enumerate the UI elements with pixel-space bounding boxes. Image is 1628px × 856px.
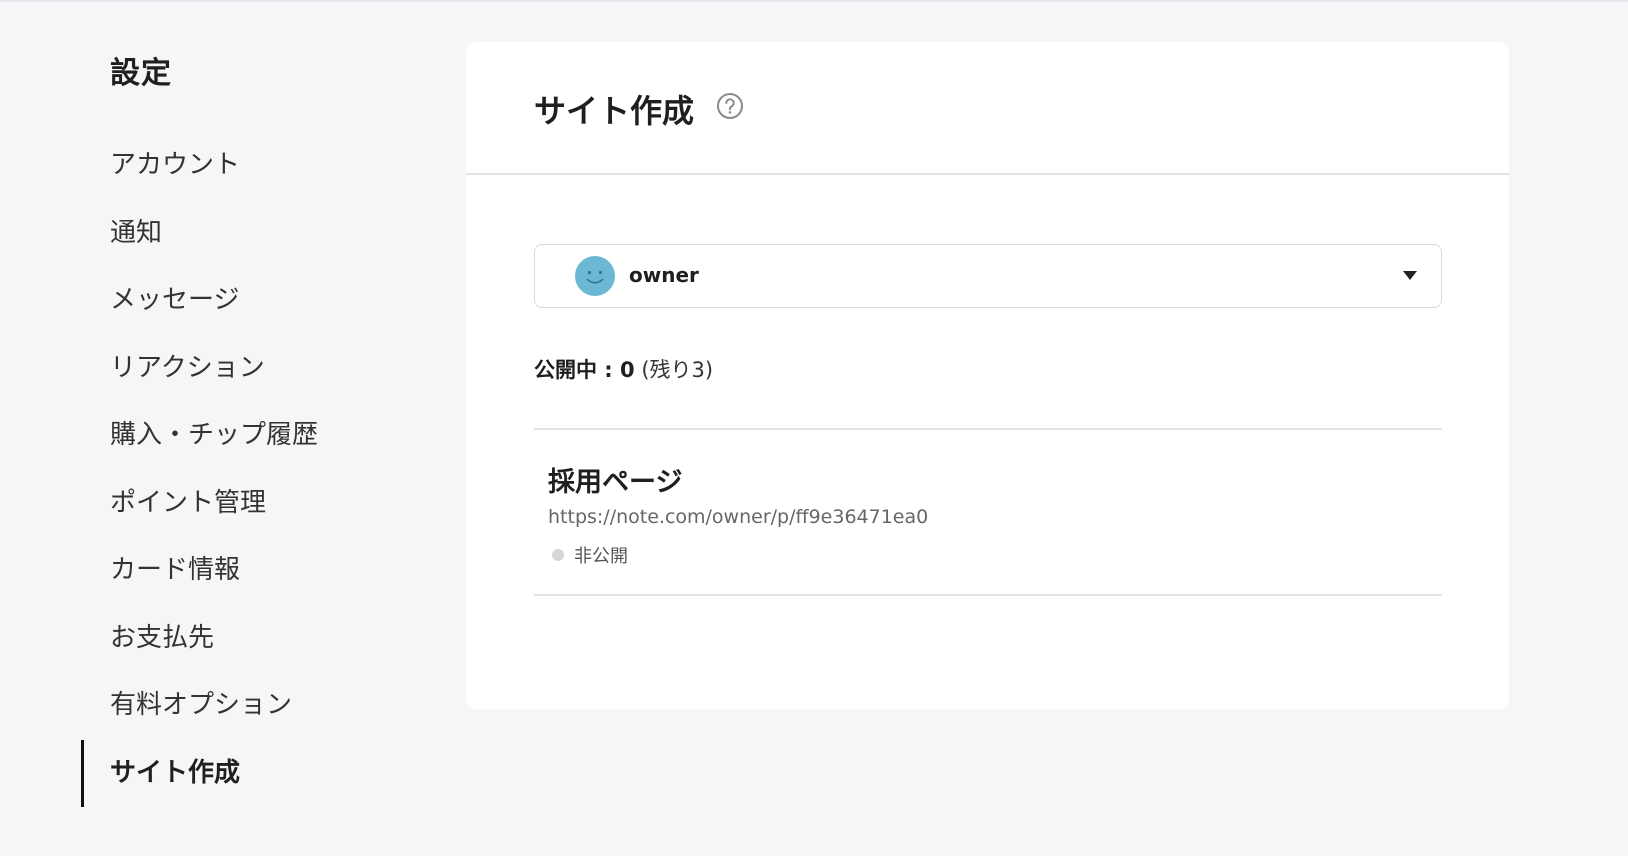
sidebar-title: 設定 [110,56,172,91]
site-name: 採用ページ [548,467,683,498]
sidebar-item-points[interactable]: ポイント管理 [0,470,318,538]
list-item[interactable]: 採用ページ https://note.com/owner/p/ff9e36471… [534,428,1442,596]
published-count: 公開中 : 0 [534,358,635,382]
question-circle-icon[interactable] [716,92,744,120]
sidebar-item-messages[interactable]: メッセージ [0,267,318,335]
site-creation-card: サイト作成 owner 公開中 : 0 (残り3) 採用ページ https://… [466,42,1509,709]
visibility-label: 非公開 [574,546,628,567]
page-title: サイト作成 [534,92,695,130]
settings-sidebar: 設定 アカウント 通知 メッセージ リアクション 購入・チップ履歴 ポイント管理… [0,0,440,856]
sidebar-item-paid-options[interactable]: 有料オプション [0,672,318,740]
site-url: https://note.com/owner/p/ff9e36471ea0 [548,506,929,528]
account-select[interactable]: owner [534,244,1442,308]
card-header: サイト作成 [466,42,1509,175]
status-dot-icon [552,549,564,561]
sidebar-item-reactions[interactable]: リアクション [0,335,318,403]
site-list: 採用ページ https://note.com/owner/p/ff9e36471… [534,428,1442,596]
remaining-count: (残り3) [641,358,714,382]
visibility-status: 非公開 [548,542,628,568]
sidebar-item-purchase-history[interactable]: 購入・チップ履歴 [0,402,318,470]
sidebar-item-site-creation[interactable]: サイト作成 [0,739,318,808]
avatar [575,256,615,296]
sidebar-item-payee[interactable]: お支払先 [0,605,318,673]
settings-nav: アカウント 通知 メッセージ リアクション 購入・チップ履歴 ポイント管理 カー… [0,132,318,807]
sidebar-item-account[interactable]: アカウント [0,132,318,200]
sidebar-item-notifications[interactable]: 通知 [0,200,318,268]
caret-down-icon [1403,271,1417,280]
sidebar-item-card-info[interactable]: カード情報 [0,537,318,605]
publish-status: 公開中 : 0 (残り3) [534,354,713,384]
account-select-value: owner [629,263,699,287]
